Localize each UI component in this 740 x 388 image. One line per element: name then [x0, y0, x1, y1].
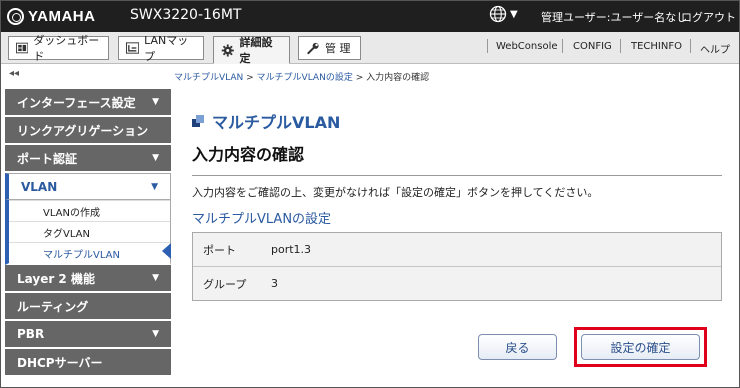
top-bar: YAMAHA SWX3220-16MT ▼ 管理ユーザー:ユーザー名なし ログア…	[1, 1, 739, 32]
sidebar-item-label: PBR	[17, 327, 45, 341]
table-row: グループ 3	[193, 266, 721, 300]
vlan-submenu: VLANの作成 タグVLAN マルチプルVLAN	[5, 200, 171, 265]
nav-divider	[487, 39, 488, 53]
yamaha-logo: YAMAHA	[7, 7, 95, 25]
sidebar-item-label: Layer 2 機能	[17, 271, 95, 286]
instruction-text: 入力内容をご確認の上、変更がなければ「設定の確定」ボタンを押してください。	[192, 186, 599, 199]
app-window: YAMAHA SWX3220-16MT ▼ 管理ユーザー:ユーザー名なし ログア…	[0, 0, 740, 388]
sidebar-item-layer2[interactable]: Layer 2 機能 ▼	[5, 265, 171, 293]
sidebar-item-pbr[interactable]: PBR ▼	[5, 321, 171, 349]
section-title: マルチプルVLANの設定	[192, 212, 332, 227]
title-bullet-icon	[192, 115, 204, 127]
table-row: ポート port1.3	[193, 233, 721, 266]
chevron-down-icon: ▼	[152, 329, 159, 339]
row-key: グループ	[203, 277, 247, 291]
tab-lan-map[interactable]: LANマップ	[118, 34, 204, 63]
breadcrumb-multiple-vlan[interactable]: マルチプルVLAN	[174, 73, 243, 83]
page-title-text: マルチプルVLAN	[212, 113, 341, 132]
tab-advanced-settings[interactable]: 詳細設定	[213, 36, 290, 65]
sidebar-item-routing[interactable]: ルーティング	[5, 293, 171, 321]
breadcrumb-separator: >	[352, 73, 367, 83]
sidebar-item-label: DHCPサーバー	[17, 355, 103, 370]
row-key: ポート	[203, 243, 236, 257]
sidebar-item-label: ポート認証	[17, 151, 78, 166]
tab-advanced-settings-label: 詳細設定	[239, 36, 273, 65]
sidebar-subitem-tag-vlan[interactable]: タグVLAN	[9, 221, 170, 242]
logout-link[interactable]: ログアウト	[681, 9, 736, 25]
page-subtitle: 入力内容の確認	[192, 145, 305, 164]
settings-table: ポート port1.3 グループ 3	[192, 232, 722, 301]
nav-divider	[690, 39, 691, 53]
sidebar-item-label: リンクアグリゲーション	[17, 123, 149, 138]
dashboard-icon	[16, 42, 29, 54]
language-selector[interactable]: ▼	[489, 5, 518, 23]
techinfo-link[interactable]: TECHINFO	[631, 41, 682, 52]
tab-dashboard[interactable]: ダッシュボード	[8, 34, 109, 63]
sidebar-item-interface-settings[interactable]: インターフェース設定 ▼	[5, 89, 171, 117]
chevron-down-icon: ▼	[152, 153, 159, 163]
highlight-box	[574, 327, 707, 367]
sidebar-menu: インターフェース設定 ▼ リンクアグリゲーション ポート認証 ▼ VLAN ▼ …	[5, 89, 171, 377]
gear-icon	[221, 43, 234, 57]
chevron-down-icon: ▼	[510, 8, 518, 20]
nav-divider	[562, 39, 563, 53]
nav-bar: ダッシュボード LANマップ 詳細設定 管 理 WebConsole CONFI…	[1, 32, 739, 65]
tab-lan-map-label: LANマップ	[144, 34, 189, 63]
nav-divider	[620, 39, 621, 53]
breadcrumb-multiple-vlan-settings[interactable]: マルチプルVLANの設定	[257, 73, 353, 83]
webconsole-link[interactable]: WebConsole	[496, 41, 558, 52]
brand-name: YAMAHA	[28, 7, 96, 25]
chevron-down-icon: ▼	[152, 97, 159, 107]
sidebar-subitem-multiple-vlan[interactable]: マルチプルVLAN	[9, 242, 170, 263]
sidebar-item-label: ルーティング	[17, 299, 89, 314]
page-title: マルチプルVLAN	[192, 109, 340, 133]
sidebar-item-vlan[interactable]: VLAN ▼	[5, 173, 171, 200]
collapse-sidebar-icon[interactable]: ◂◂	[9, 68, 19, 79]
chevron-down-icon: ▼	[151, 181, 158, 192]
model-name: SWX3220-16MT	[130, 7, 242, 23]
lan-map-icon	[126, 42, 140, 54]
chevron-down-icon: ▼	[152, 273, 159, 283]
breadcrumb-separator: >	[243, 73, 257, 83]
admin-user-label: 管理ユーザー:ユーザー名なし	[541, 11, 688, 24]
breadcrumb: マルチプルVLAN > マルチプルVLANの設定 > 入力内容の確認	[174, 70, 429, 83]
breadcrumb-current: 入力内容の確認	[366, 73, 430, 83]
tab-management-label: 管 理	[325, 42, 351, 55]
config-link[interactable]: CONFIG	[573, 41, 612, 52]
back-button[interactable]: 戻る	[478, 334, 557, 360]
row-value: port1.3	[271, 243, 312, 256]
globe-icon	[489, 5, 507, 23]
sidebar-item-label: VLAN	[21, 179, 58, 194]
row-value: 3	[271, 277, 278, 290]
wrench-icon	[307, 42, 319, 54]
tuning-fork-logo-icon	[7, 7, 24, 25]
sidebar-item-label: インターフェース設定	[17, 95, 136, 110]
sidebar-subitem-vlan-create[interactable]: VLANの作成	[9, 200, 170, 221]
tab-management[interactable]: 管 理	[298, 36, 361, 60]
tab-dashboard-label: ダッシュボード	[33, 34, 100, 63]
help-link[interactable]: ヘルプ	[700, 41, 730, 56]
sidebar-item-port-auth[interactable]: ポート認証 ▼	[5, 145, 171, 173]
sidebar-item-dhcp-server[interactable]: DHCPサーバー	[5, 349, 171, 377]
sidebar-item-link-aggregation[interactable]: リンクアグリゲーション	[5, 117, 171, 145]
divider	[192, 175, 722, 176]
current-page-pointer-icon	[162, 243, 171, 259]
